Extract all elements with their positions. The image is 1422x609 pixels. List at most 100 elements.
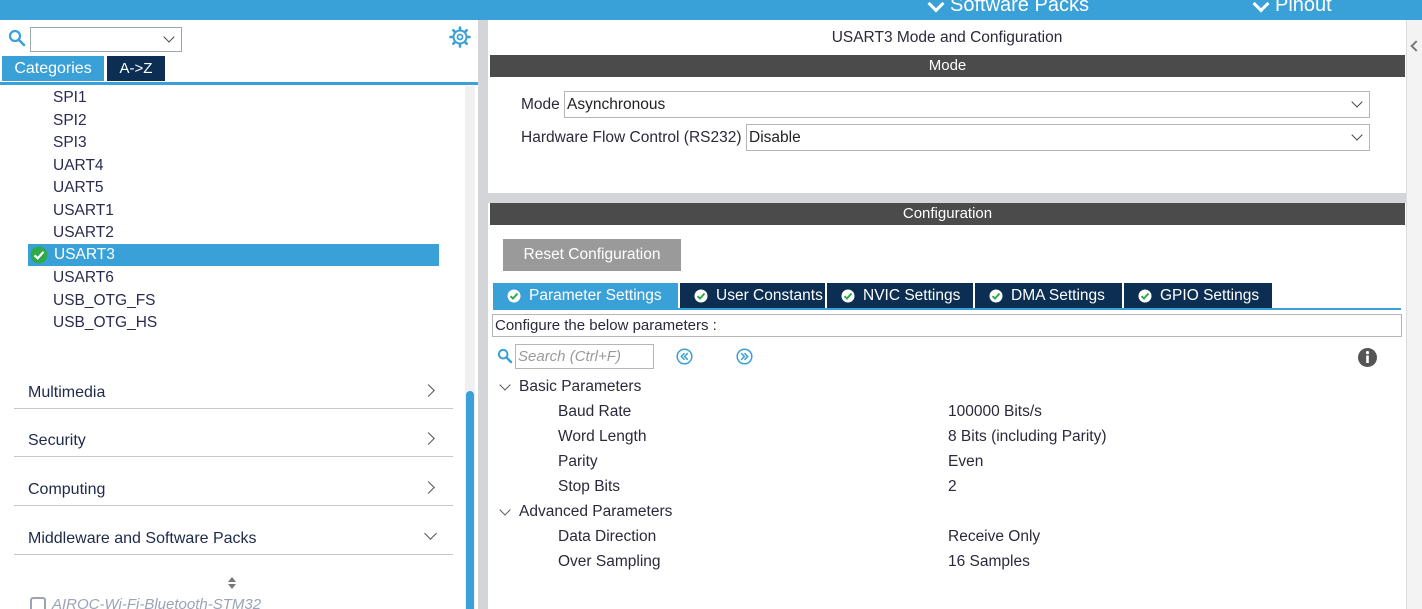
software-packs-label: Software Packs [950,0,1089,16]
param-over-sampling-value[interactable]: 16 Samples [948,553,1030,571]
param-data-direction-value[interactable]: Receive Only [948,528,1040,546]
param-baud-rate-value[interactable]: 100000 Bits/s [948,403,1042,421]
pinout-label: Pinout [1275,0,1332,16]
search-combo-box[interactable] [30,27,182,52]
param-word-length-value[interactable]: 8 Bits (including Parity) [948,428,1107,446]
chevron-down-icon [424,527,437,540]
group-advanced-parameters[interactable]: Advanced Parameters [498,503,672,521]
check-circle-icon [1138,289,1152,302]
right-scrollbar[interactable] [1406,20,1422,609]
airoc-label: AIROC-Wi-Fi-Bluetooth-STM32 [52,596,262,609]
chevron-right-icon [422,481,435,494]
list-item-uart5[interactable]: UART5 [53,177,104,199]
chevron-right-icon [422,432,435,445]
mode-value: Asynchronous [567,96,666,113]
list-item-uart4[interactable]: UART4 [53,155,104,177]
chevron-down-icon [927,0,945,12]
list-item-spi3[interactable]: SPI3 [53,132,87,154]
sort-icon[interactable] [226,576,238,590]
left-scrollbar[interactable] [465,86,475,609]
tab-gpio-settings[interactable]: GPIO Settings [1124,283,1272,308]
left-panel: Categories A->Z SPI1 SPI2 SPI3 UART4 UAR… [0,20,478,609]
param-baud-rate[interactable]: Baud Rate [558,403,631,421]
tabs-underline [0,82,478,85]
section-separator [488,193,1406,203]
search-icon[interactable] [8,29,26,47]
list-item-spi2[interactable]: SPI2 [53,110,87,132]
hw-flow-value: Disable [749,129,801,146]
param-over-sampling[interactable]: Over Sampling [558,553,661,571]
list-item-usart1[interactable]: USART1 [53,200,114,222]
top-menu-bar: Software Packs Pinout [0,0,1422,20]
tab-categories[interactable]: Categories [2,56,104,81]
mode-label: Mode [521,96,560,113]
right-panel: USART3 Mode and Configuration Mode Mode … [488,20,1406,609]
tab-user-constants[interactable]: User Constants [680,283,825,308]
param-stop-bits[interactable]: Stop Bits [558,478,620,496]
param-stop-bits-value[interactable]: 2 [948,478,957,496]
tab-label: GPIO Settings [1160,287,1260,304]
pinout-menu[interactable]: Pinout [1252,0,1332,17]
category-middleware[interactable]: Middleware and Software Packs [14,515,453,555]
check-circle-icon [841,289,855,302]
page-title: USART3 Mode and Configuration [831,29,1063,46]
usart3-label: USART3 [54,246,115,263]
param-word-length[interactable]: Word Length [558,428,646,446]
hw-flow-label: Hardware Flow Control (RS232) [521,129,742,146]
tab-dma-settings[interactable]: DMA Settings [975,283,1122,308]
parameter-search-input[interactable]: Search (Ctrl+F) [515,344,654,369]
list-item-usb-otg-hs[interactable]: USB_OTG_HS [53,312,157,334]
list-item-airoc[interactable]: AIROC-Wi-Fi-Bluetooth-STM32 [30,596,261,609]
list-item-usart6[interactable]: USART6 [53,267,114,289]
list-item-spi1[interactable]: SPI1 [53,87,87,109]
check-circle-icon [507,289,521,302]
tab-parameter-settings[interactable]: Parameter Settings [493,283,678,308]
tab-label: User Constants [716,287,823,304]
hw-flow-select[interactable]: Disable [746,124,1370,151]
tabs-underline [493,308,1401,310]
mode-select[interactable]: Asynchronous [564,91,1370,118]
chevron-right-icon [422,384,435,397]
tab-nvic-settings[interactable]: NVIC Settings [827,283,973,308]
param-parity[interactable]: Parity [558,453,598,471]
left-tabs: Categories A->Z [2,56,165,81]
previous-icon[interactable] [676,348,693,365]
param-data-direction[interactable]: Data Direction [558,528,656,546]
panel-splitter[interactable] [478,20,488,609]
category-label: Computing [28,481,106,498]
chevron-down-icon [1351,96,1363,108]
next-icon[interactable] [736,348,753,365]
mode-section-header: Mode [490,55,1405,77]
param-parity-value[interactable]: Even [948,453,983,471]
list-item-usart2[interactable]: USART2 [53,222,114,244]
package-icon [30,596,46,609]
search-icon [497,348,513,364]
group-label: Basic Parameters [519,378,642,395]
list-item-usart3-selected[interactable]: USART3 [28,244,439,266]
category-computing[interactable]: Computing [14,466,453,506]
category-label: Security [28,432,86,449]
gear-icon[interactable] [449,26,471,48]
tab-label: NVIC Settings [863,287,961,304]
list-item-usb-otg-fs[interactable]: USB_OTG_FS [53,290,156,312]
scrollbar-thumb[interactable] [466,391,474,609]
configure-info-text: Configure the below parameters : [492,314,1402,337]
group-label: Advanced Parameters [519,503,673,520]
category-security[interactable]: Security [14,417,453,457]
reset-configuration-button[interactable]: Reset Configuration [503,239,681,271]
tab-a-to-z[interactable]: A->Z [107,56,165,81]
chevron-down-icon [1351,129,1363,141]
tab-label: DMA Settings [1011,287,1105,304]
group-basic-parameters[interactable]: Basic Parameters [498,378,641,396]
chevron-down-icon [499,379,511,391]
tab-label: Parameter Settings [529,287,662,304]
info-icon[interactable] [1357,347,1378,368]
chevron-down-icon [1252,0,1270,12]
check-circle-icon [30,246,48,264]
category-label: Multimedia [28,384,106,401]
configuration-section-header: Configuration [490,203,1405,225]
chevron-left-icon[interactable] [1410,40,1422,52]
software-packs-menu[interactable]: Software Packs [927,0,1089,17]
chevron-down-icon [499,504,511,516]
category-multimedia[interactable]: Multimedia [14,369,453,409]
